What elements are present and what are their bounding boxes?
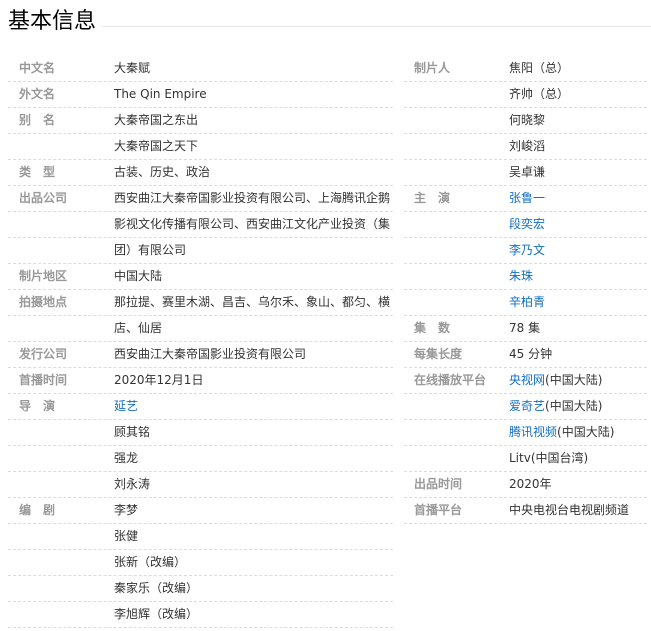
person-link[interactable]: 朱珠 bbox=[509, 264, 533, 289]
platform-link[interactable]: 爱奇艺 bbox=[509, 399, 545, 413]
table-row: 中文名 大秦赋 制片人 焦阳（总） bbox=[0, 56, 651, 82]
table-row: 导 演 延艺 爱奇艺(中国大陆) bbox=[0, 394, 651, 420]
field-value: 张健 bbox=[114, 529, 139, 543]
field-value: 中国大陆 bbox=[114, 269, 163, 283]
field-label: 出品公司 bbox=[19, 191, 68, 205]
field-value: 2020年 bbox=[509, 477, 552, 491]
field-label: 首播平台 bbox=[414, 503, 463, 517]
table-row: 制片地区 中国大陆 朱珠 bbox=[0, 264, 651, 290]
field-value: 中央电视台电视剧频道 bbox=[509, 503, 630, 517]
field-value: 西安曲江大秦帝国影业投资有限公司 bbox=[114, 347, 307, 361]
field-value: 焦阳（总） bbox=[509, 61, 570, 75]
field-value: 大秦赋 bbox=[114, 61, 151, 75]
field-value: 何晓黎 bbox=[509, 113, 546, 127]
field-label: 导 演 bbox=[19, 399, 56, 413]
table-row: 大秦帝国之天下 刘峻滔 bbox=[0, 134, 651, 160]
field-value: 2020年12月1日 bbox=[114, 373, 204, 387]
table-row: 顾其铭 腾讯视频(中国大陆) bbox=[0, 420, 651, 446]
person-link[interactable]: 辛柏青 bbox=[509, 290, 545, 315]
table-row: 首播时间 2020年12月1日 在线播放平台 央视网(中国大陆) bbox=[0, 368, 651, 394]
table-row: 强龙 Litv(中国台湾) bbox=[0, 446, 651, 472]
field-value: 刘峻滔 bbox=[509, 139, 546, 153]
field-label: 类 型 bbox=[19, 165, 56, 179]
field-value: 西安曲江大秦帝国影业投资有限公司、上海腾讯企鹅 bbox=[114, 191, 391, 205]
field-value: 店、仙居 bbox=[114, 321, 163, 335]
table-row: 店、仙居 集 数 78 集 bbox=[0, 316, 651, 342]
field-label: 主 演 bbox=[414, 191, 451, 205]
field-value: 78 集 bbox=[509, 321, 541, 335]
row-divider bbox=[8, 627, 393, 628]
table-row: 影视文化传播有限公司、西安曲江文化产业投资（集 段奕宏 bbox=[0, 212, 651, 238]
field-value: 秦家乐（改编） bbox=[114, 581, 199, 595]
platform-value: 央视网(中国大陆) bbox=[509, 368, 602, 393]
table-row: 编 剧 李梦 首播平台 中央电视台电视剧频道 bbox=[0, 498, 651, 524]
table-row: 别 名 大秦帝国之东出 何晓黎 bbox=[0, 108, 651, 134]
title-divider bbox=[8, 26, 651, 27]
field-label: 外文名 bbox=[19, 87, 56, 101]
field-label: 出品时间 bbox=[414, 477, 463, 491]
person-link[interactable]: 延艺 bbox=[114, 394, 138, 419]
platform-region: (中国大陆) bbox=[545, 373, 603, 387]
table-row: 张新（改编） bbox=[0, 550, 651, 576]
platform-link[interactable]: 央视网 bbox=[509, 373, 545, 387]
person-link[interactable]: 李乃文 bbox=[509, 238, 545, 263]
table-row: 出品公司 西安曲江大秦帝国影业投资有限公司、上海腾讯企鹅 主 演 张鲁一 bbox=[0, 186, 651, 212]
table-row: 秦家乐（改编） bbox=[0, 576, 651, 602]
platform-value: 爱奇艺(中国大陆) bbox=[509, 394, 602, 419]
field-value: 大秦帝国之东出 bbox=[114, 113, 199, 127]
platform-region: (中国大陆) bbox=[545, 399, 603, 413]
field-label: 制片人 bbox=[414, 61, 451, 75]
person-link[interactable]: 段奕宏 bbox=[509, 212, 545, 237]
table-row: 刘永涛 出品时间 2020年 bbox=[0, 472, 651, 498]
table-row: 拍摄地点 那拉提、赛里木湖、昌吉、乌尔禾、象山、都匀、横 辛柏青 bbox=[0, 290, 651, 316]
field-value: Litv(中国台湾) bbox=[509, 451, 589, 465]
table-row: 团）有限公司 李乃文 bbox=[0, 238, 651, 264]
section-header: 基本信息 bbox=[8, 8, 651, 36]
field-label: 在线播放平台 bbox=[414, 373, 487, 387]
field-label: 制片地区 bbox=[19, 269, 68, 283]
platform-link[interactable]: 腾讯视频 bbox=[509, 425, 557, 439]
field-value: 45 分钟 bbox=[509, 347, 553, 361]
field-value: 古装、历史、政治 bbox=[114, 165, 211, 179]
field-label: 编 剧 bbox=[19, 503, 56, 517]
field-value: 刘永涛 bbox=[114, 477, 151, 491]
field-value: 张新（改编） bbox=[114, 555, 187, 569]
field-label: 首播时间 bbox=[19, 373, 68, 387]
table-row: 外文名 The Qin Empire 齐帅（总） bbox=[0, 82, 651, 108]
field-label: 发行公司 bbox=[19, 347, 68, 361]
field-value: 团）有限公司 bbox=[114, 243, 187, 257]
field-value: 顾其铭 bbox=[114, 425, 151, 439]
field-value: 强龙 bbox=[114, 451, 139, 465]
table-row: 张健 bbox=[0, 524, 651, 550]
field-value: 影视文化传播有限公司、西安曲江文化产业投资（集 bbox=[114, 217, 391, 231]
field-label: 中文名 bbox=[19, 61, 56, 75]
table-row: 李旭辉（改编） bbox=[0, 602, 651, 628]
table-row: 类 型 古装、历史、政治 吴卓谦 bbox=[0, 160, 651, 186]
field-value: 大秦帝国之天下 bbox=[114, 139, 199, 153]
field-label: 集 数 bbox=[414, 321, 451, 335]
field-value: 齐帅（总） bbox=[509, 87, 570, 101]
field-value: 李梦 bbox=[114, 503, 139, 517]
field-label: 别 名 bbox=[19, 113, 56, 127]
table-row: 发行公司 西安曲江大秦帝国影业投资有限公司 每集长度 45 分钟 bbox=[0, 342, 651, 368]
field-label: 拍摄地点 bbox=[19, 295, 68, 309]
page-title: 基本信息 bbox=[8, 8, 103, 36]
field-label: 每集长度 bbox=[414, 347, 463, 361]
platform-value: 腾讯视频(中国大陆) bbox=[509, 420, 614, 445]
field-value: 李旭辉（改编） bbox=[114, 607, 199, 621]
person-link[interactable]: 张鲁一 bbox=[509, 186, 545, 211]
field-value: 那拉提、赛里木湖、昌吉、乌尔禾、象山、都匀、横 bbox=[114, 295, 391, 309]
platform-region: (中国大陆) bbox=[557, 425, 615, 439]
field-value: The Qin Empire bbox=[114, 87, 207, 101]
field-value: 吴卓谦 bbox=[509, 165, 546, 179]
